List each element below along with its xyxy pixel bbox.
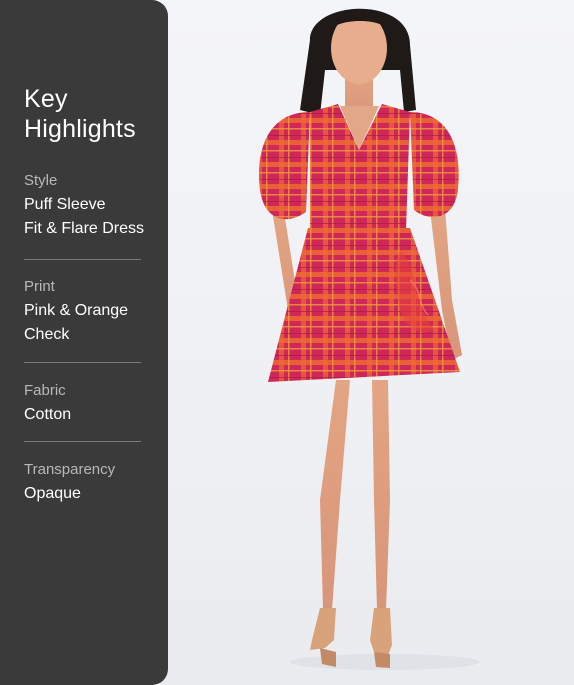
highlight-print: Print Pink & Orange Check	[24, 278, 154, 347]
product-photo	[160, 0, 574, 685]
value-line: Pink & Orange	[24, 302, 129, 319]
highlight-value: Pink & Orange Check	[24, 299, 154, 347]
highlight-value: Opaque	[24, 482, 154, 506]
product-highlights-card: Key Highlights Style Puff Sleeve Fit & F…	[0, 0, 574, 685]
highlight-label: Print	[24, 278, 55, 295]
highlight-label: Transparency	[24, 461, 116, 478]
value-line: Check	[24, 326, 70, 343]
key-highlights-panel: Key Highlights Style Puff Sleeve Fit & F…	[0, 0, 168, 685]
divider	[24, 259, 141, 260]
value-line: Cotton	[24, 406, 72, 423]
value-line: Opaque	[24, 485, 81, 502]
divider	[24, 362, 141, 363]
highlight-label: Fabric	[24, 382, 66, 399]
value-line: Fit & Flare Dress	[24, 220, 145, 237]
divider	[24, 441, 141, 442]
highlight-transparency: Transparency Opaque	[24, 461, 154, 506]
highlight-value: Puff Sleeve Fit & Flare Dress	[24, 193, 154, 241]
value-line: Puff Sleeve	[24, 196, 106, 213]
panel-title: Key Highlights	[24, 85, 136, 143]
highlight-label: Style	[24, 172, 58, 189]
highlight-fabric: Fabric Cotton	[24, 382, 154, 427]
model-illustration	[258, 8, 480, 670]
highlight-value: Cotton	[24, 403, 154, 427]
highlight-style: Style Puff Sleeve Fit & Flare Dress	[24, 172, 154, 241]
